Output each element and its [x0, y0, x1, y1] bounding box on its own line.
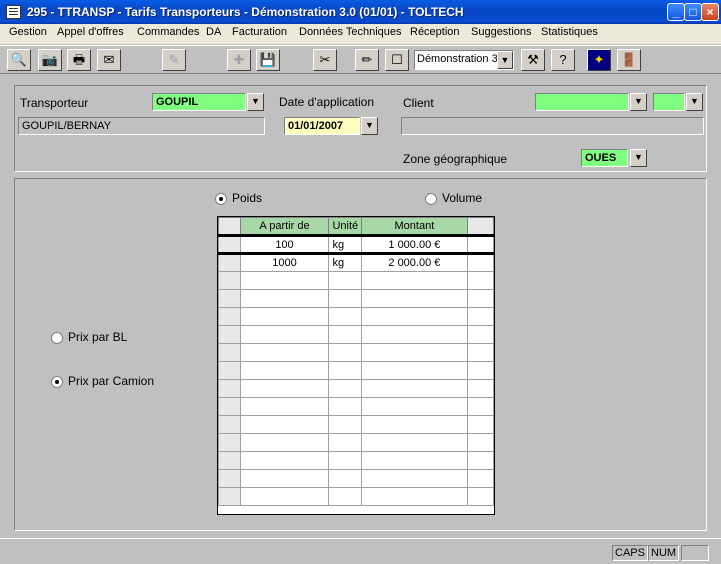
poids-label: Poids: [232, 191, 263, 205]
company-combo-value: Démonstration 3: [417, 53, 498, 65]
column-header-filler: [466, 217, 494, 236]
menu-donnees-techniques[interactable]: Données Techniques: [299, 26, 402, 38]
menu-suggestions[interactable]: Suggestions: [471, 26, 532, 38]
caps-indicator: CAPS: [612, 545, 648, 561]
table-row[interactable]: [218, 451, 494, 470]
exit-door-icon[interactable]: 🚪: [617, 49, 641, 71]
table-row[interactable]: 100 kg 1 000.00 €: [218, 235, 494, 255]
menu-facturation[interactable]: Facturation: [232, 26, 287, 38]
client-label: Client: [403, 96, 434, 110]
transporteur-label: Transporteur: [20, 96, 89, 110]
tarif-table: A partir de Unité Montant 100 kg 1 000.0…: [218, 217, 494, 506]
save-icon[interactable]: 💾: [256, 49, 280, 71]
cell-filler: [466, 253, 494, 272]
table-row[interactable]: 1000 kg 2 000.00 €: [218, 253, 494, 272]
volume-label: Volume: [442, 191, 483, 205]
transporteur-code-field[interactable]: GOUPIL: [152, 93, 246, 111]
new-document-icon[interactable]: ☐: [385, 49, 409, 71]
menu-reception[interactable]: Réception: [410, 26, 460, 38]
row-selector[interactable]: [218, 235, 241, 255]
close-button[interactable]: ×: [701, 3, 719, 21]
cell-a-partir-de[interactable]: 100: [239, 235, 330, 255]
chevron-down-icon[interactable]: ▼: [497, 51, 513, 69]
cell-filler: [466, 235, 494, 255]
menu-gestion[interactable]: Gestion: [9, 26, 47, 38]
cell-montant[interactable]: 1 000.00 €: [361, 235, 468, 255]
table-row[interactable]: [218, 271, 494, 290]
mail-icon[interactable]: ✉: [97, 49, 121, 71]
client-code-field[interactable]: [535, 93, 629, 111]
cell-a-partir-de[interactable]: 1000: [239, 253, 330, 272]
poids-radio[interactable]: [215, 193, 227, 205]
camera-icon[interactable]: 📷: [38, 49, 62, 71]
status-bar: CAPS NUM: [0, 538, 721, 564]
transporteur-name-field: GOUPIL/BERNAY: [18, 117, 265, 135]
table-row[interactable]: [218, 433, 494, 452]
transporteur-dropdown-icon[interactable]: ▼: [247, 93, 264, 111]
magic-wand-icon[interactable]: ✦: [587, 49, 611, 71]
date-label: Date d'application: [279, 95, 375, 109]
column-header-unite[interactable]: Unité: [328, 217, 363, 236]
zone-field[interactable]: OUES: [581, 149, 628, 167]
cell-montant[interactable]: 2 000.00 €: [361, 253, 468, 272]
search-icon[interactable]: 🔍: [7, 49, 31, 71]
company-combo[interactable]: Démonstration 3 ▼: [414, 50, 514, 70]
cell-unite[interactable]: kg: [328, 253, 363, 272]
menu-da[interactable]: DA: [206, 26, 221, 38]
volume-radio[interactable]: [425, 193, 437, 205]
tools-icon[interactable]: ⚒: [521, 49, 545, 71]
minimize-button[interactable]: _: [667, 3, 685, 21]
menu-bar: Gestion Appel d'offres Commandes DA Fact…: [0, 24, 721, 44]
num-indicator: NUM: [648, 545, 680, 561]
edit-disabled-icon[interactable]: ✎: [162, 49, 186, 71]
help-pointer-icon[interactable]: ?: [551, 49, 575, 71]
table-row[interactable]: [218, 487, 494, 506]
client-sub-dropdown-icon[interactable]: ▼: [686, 93, 703, 111]
zone-label: Zone géographique: [403, 152, 508, 166]
table-row[interactable]: [218, 361, 494, 380]
table-row[interactable]: [218, 307, 494, 326]
status-extra-slot: [681, 545, 709, 561]
cell-unite[interactable]: kg: [328, 235, 363, 255]
toolbar: 🔍 📷 🖶 ✉ ✎ ✚ 💾 ✂ ✏ ☐ ⚒ ? ✦ 🚪: [0, 45, 721, 74]
prix-bl-label: Prix par BL: [68, 330, 128, 344]
table-row[interactable]: [218, 379, 494, 398]
tarif-grid[interactable]: A partir de Unité Montant 100 kg 1 000.0…: [217, 216, 495, 515]
row-selector[interactable]: [218, 253, 241, 272]
table-row[interactable]: [218, 397, 494, 416]
add-icon[interactable]: ✚: [227, 49, 251, 71]
client-dropdown-icon[interactable]: ▼: [630, 93, 647, 111]
table-row[interactable]: [218, 325, 494, 344]
prix-camion-label: Prix par Camion: [68, 374, 155, 388]
print-icon[interactable]: 🖶: [67, 49, 91, 71]
maximize-button[interactable]: □: [684, 3, 702, 21]
date-field[interactable]: 01/01/2007: [284, 117, 360, 135]
title-bar: 295 - TTRANSP - Tarifs Transporteurs - D…: [0, 0, 721, 24]
menu-statistiques[interactable]: Statistiques: [541, 26, 598, 38]
prix-camion-radio[interactable]: [51, 376, 63, 388]
table-row[interactable]: [218, 415, 494, 434]
cut-icon[interactable]: ✂: [313, 49, 337, 71]
client-sub-field[interactable]: [653, 93, 685, 111]
menu-appel-offres[interactable]: Appel d'offres: [57, 26, 124, 38]
zone-dropdown-icon[interactable]: ▼: [630, 149, 647, 167]
table-row[interactable]: [218, 289, 494, 308]
column-header-a-partir-de[interactable]: A partir de: [239, 217, 330, 236]
date-dropdown-icon[interactable]: ▼: [361, 117, 378, 135]
menu-commandes[interactable]: Commandes: [137, 26, 199, 38]
eraser-icon[interactable]: ✏: [355, 49, 379, 71]
prix-bl-radio[interactable]: [51, 332, 63, 344]
row-header-corner: [218, 217, 241, 236]
table-row[interactable]: [218, 343, 494, 362]
table-row[interactable]: [218, 469, 494, 488]
app-icon: [6, 5, 21, 19]
column-header-montant[interactable]: Montant: [361, 217, 468, 236]
window-title: 295 - TTRANSP - Tarifs Transporteurs - D…: [27, 5, 464, 19]
client-name-field: [401, 117, 704, 135]
